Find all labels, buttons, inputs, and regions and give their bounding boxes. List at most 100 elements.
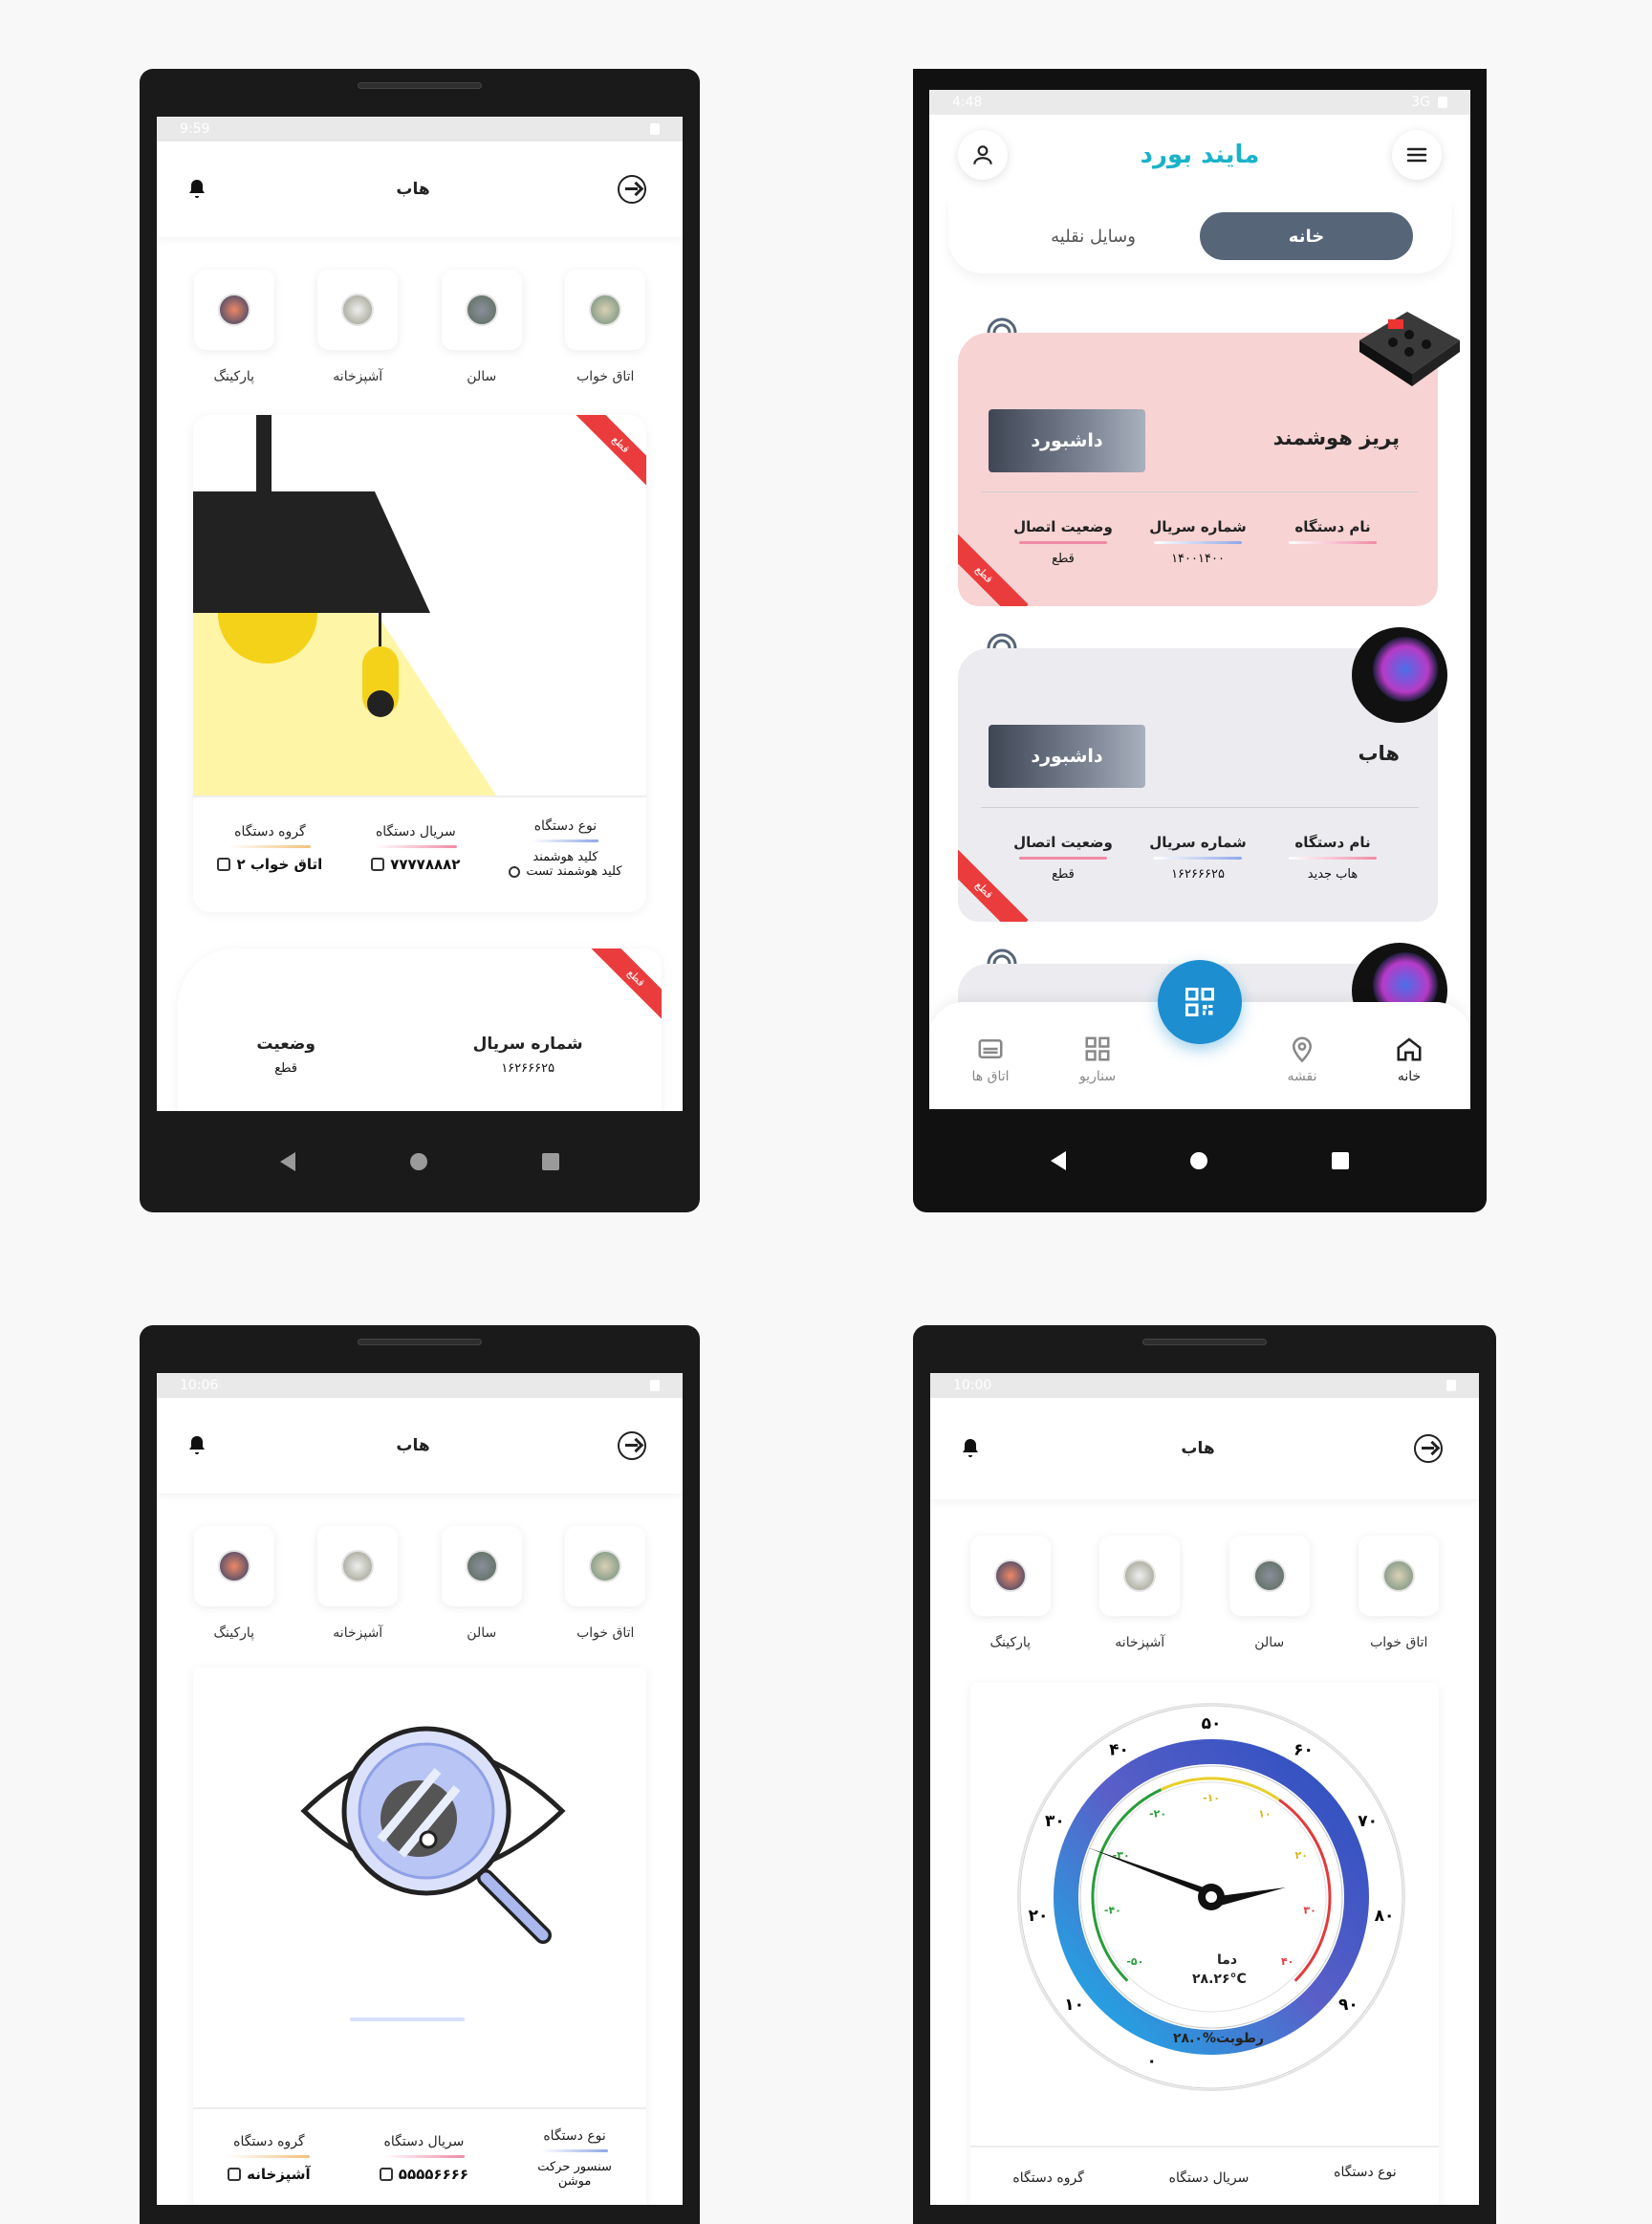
connection-head: وضعیت اتصال bbox=[1013, 518, 1113, 535]
room-label: پارکینگ bbox=[213, 1625, 255, 1641]
device-card[interactable]: نوع دستگاه سنسور حرکت موشن سریال دستگاه … bbox=[193, 1668, 646, 2205]
device-serial-value: ۷۷۷۷۸۸۸۲ bbox=[371, 856, 460, 873]
room-label: اتاق خواب bbox=[576, 1625, 635, 1641]
room-label: آشپزخانه bbox=[333, 1625, 383, 1641]
device-group-col: گروه دستگاه اتاق خواب ۲ bbox=[217, 818, 322, 879]
status-value: قطع bbox=[274, 1061, 298, 1076]
salon-thumb bbox=[1252, 1559, 1286, 1592]
menu-button[interactable] bbox=[1392, 130, 1442, 180]
room-label: سالن bbox=[467, 369, 497, 384]
bedroom-thumb bbox=[1382, 1559, 1416, 1592]
gauge-outer-tick-label: ۸۰ bbox=[1375, 1907, 1395, 1926]
room-parking[interactable]: پارکینگ bbox=[186, 270, 282, 384]
room-kitchen[interactable]: آشپزخانه bbox=[1092, 1536, 1187, 1650]
kitchen-thumb bbox=[341, 294, 375, 326]
category-tabs: خانه وسایل نقلیه bbox=[948, 199, 1451, 273]
grid-icon bbox=[379, 2168, 393, 2181]
bell-icon[interactable] bbox=[185, 1434, 208, 1457]
serial-head: شماره سریال bbox=[1149, 518, 1247, 535]
gauge-inner-tick-label: ۴۰ bbox=[1281, 1955, 1293, 1968]
back-icon[interactable] bbox=[1051, 1151, 1066, 1170]
cube-icon bbox=[228, 2168, 242, 2181]
room-salon[interactable]: سالن bbox=[434, 270, 530, 384]
gauge-outer-tick-label: ۰ bbox=[1147, 2052, 1157, 2071]
humidity-value: ۲۸.۰%رطوبت bbox=[1173, 2031, 1265, 2046]
gauge-inner-tick-label: -۵۰ bbox=[1126, 1955, 1143, 1968]
forward-arrow-icon[interactable] bbox=[617, 175, 646, 204]
hub-device-image bbox=[1352, 627, 1447, 723]
room-parking[interactable]: پارکینگ bbox=[186, 1526, 282, 1641]
room-bedroom[interactable]: اتاق خواب bbox=[557, 1526, 653, 1641]
nav-home[interactable]: خانه bbox=[1371, 1035, 1447, 1084]
salon-thumb bbox=[465, 294, 498, 326]
room-list: اتاق خواب سالن آشپزخانه پارکینگ bbox=[157, 1494, 683, 1641]
gauge-inner-tick-label: ۱۰ bbox=[1258, 1807, 1271, 1820]
tab-home[interactable]: خانه bbox=[1200, 212, 1413, 260]
parking-thumb bbox=[993, 1559, 1027, 1592]
tab-vehicles[interactable]: وسایل نقلیه bbox=[987, 212, 1200, 260]
back-icon[interactable] bbox=[280, 1152, 295, 1171]
device-card[interactable]: ۰ ۱۰ ۲۰ ۳۰ ۴۰ ۵۰ ۶۰ ۷۰ ۸۰ ۹۰ -۵۰ -۴۰ -۳۰ -۲۰ -۱۰ ۱۰ ۲۰ ۳… bbox=[970, 1683, 1439, 2205]
recents-icon[interactable] bbox=[542, 1153, 559, 1170]
nav-home-label: خانه bbox=[1397, 1069, 1422, 1084]
qr-scan-button[interactable] bbox=[1158, 960, 1242, 1044]
device-type-value: کلید هوشمند bbox=[533, 850, 598, 864]
status-bar: 4:48 3G bbox=[929, 90, 1470, 115]
gauge-outer-tick-label: ۷۰ bbox=[1358, 1812, 1378, 1831]
room-parking[interactable]: پارکینگ bbox=[963, 1536, 1058, 1650]
nav-scenario[interactable]: سناریو bbox=[1059, 1035, 1136, 1084]
room-salon[interactable]: سالن bbox=[1222, 1536, 1317, 1650]
forward-arrow-icon[interactable] bbox=[1413, 1434, 1443, 1463]
nav-rooms[interactable]: اتاق ها bbox=[952, 1035, 1029, 1084]
room-kitchen[interactable]: آشپزخانه bbox=[310, 270, 405, 384]
device-group-head: گروه دستگاه bbox=[1012, 2170, 1084, 2186]
battery-icon bbox=[650, 123, 660, 135]
phone-hub-light-switch: 9:59 هاب اتاق خواب سالن آشپزخانه پارکینگ bbox=[140, 69, 700, 1212]
serial-value: ۱۶۲۶۶۶۲۵ bbox=[501, 1061, 555, 1076]
gauge-outer-tick-label: ۶۰ bbox=[1293, 1741, 1314, 1760]
network-label: 3G bbox=[1411, 95, 1430, 110]
battery-icon bbox=[1438, 97, 1447, 108]
status-time: 4:48 bbox=[952, 95, 983, 110]
map-pin-icon bbox=[1292, 1036, 1313, 1063]
home-circle-icon[interactable] bbox=[410, 1153, 427, 1170]
room-list: اتاق خواب سالن آشپزخانه پارکینگ bbox=[157, 237, 683, 384]
android-navbar bbox=[913, 1109, 1487, 1212]
bell-icon[interactable] bbox=[959, 1437, 982, 1460]
nav-scenario-label: سناریو bbox=[1078, 1069, 1117, 1084]
status-col: وضعیت قطع bbox=[256, 1035, 315, 1076]
hub-header: هاب bbox=[930, 1398, 1479, 1499]
page-title: هاب bbox=[396, 1436, 430, 1455]
serial-value: ۱۴۰۰۱۴۰۰ bbox=[1171, 552, 1225, 566]
gauge-inner-tick-label: -۱۰ bbox=[1203, 1792, 1220, 1804]
device-card[interactable]: قطع نوع دستگاه کلید هوشمند کلید هوشمند ت… bbox=[193, 415, 646, 912]
recents-icon[interactable] bbox=[1332, 1152, 1349, 1169]
device-card-2[interactable]: قطع شماره سریال ۱۶۲۶۶۶۲۵ وضعیت قطع bbox=[178, 948, 662, 1111]
bell-icon[interactable] bbox=[185, 178, 208, 201]
gauge-outer-tick-label: ۱۰ bbox=[1064, 1995, 1084, 2015]
phone-speaker bbox=[1142, 1339, 1267, 1345]
home-circle-icon[interactable] bbox=[1190, 1152, 1207, 1169]
name-value: هاب جدید bbox=[1307, 867, 1359, 882]
bed-icon bbox=[978, 1039, 1003, 1058]
status-bar: 9:59 bbox=[157, 117, 683, 142]
forward-arrow-icon[interactable] bbox=[617, 1431, 646, 1460]
gauge-outer-tick-label: ۲۰ bbox=[1029, 1907, 1049, 1926]
nav-map[interactable]: نقشه bbox=[1264, 1035, 1340, 1084]
device-type-head: نوع دستگاه bbox=[1334, 2165, 1397, 2180]
room-salon[interactable]: سالن bbox=[434, 1526, 530, 1641]
dashboard-button[interactable]: داشبورد bbox=[989, 409, 1145, 472]
hub-header: هاب bbox=[157, 1398, 683, 1494]
device-type-value-2: موشن bbox=[557, 2174, 592, 2189]
serial-value: ۱۶۲۶۶۶۲۵ bbox=[1171, 867, 1225, 882]
room-bedroom[interactable]: اتاق خواب bbox=[557, 270, 653, 384]
status-time: 10:06 bbox=[180, 1378, 219, 1393]
device-group-col: گروه دستگاه آشپزخانه bbox=[228, 2128, 311, 2189]
gauge-outer-tick-label: ۴۰ bbox=[1109, 1741, 1129, 1760]
device-group-value: آشپزخانه bbox=[228, 2166, 311, 2183]
room-bedroom[interactable]: اتاق خواب bbox=[1351, 1536, 1446, 1650]
screen-hub-light: 9:59 هاب اتاق خواب سالن آشپزخانه پارکینگ bbox=[157, 117, 683, 1111]
profile-button[interactable] bbox=[958, 130, 1008, 180]
room-kitchen[interactable]: آشپزخانه bbox=[310, 1526, 405, 1641]
dashboard-button[interactable]: داشبورد bbox=[989, 725, 1145, 788]
